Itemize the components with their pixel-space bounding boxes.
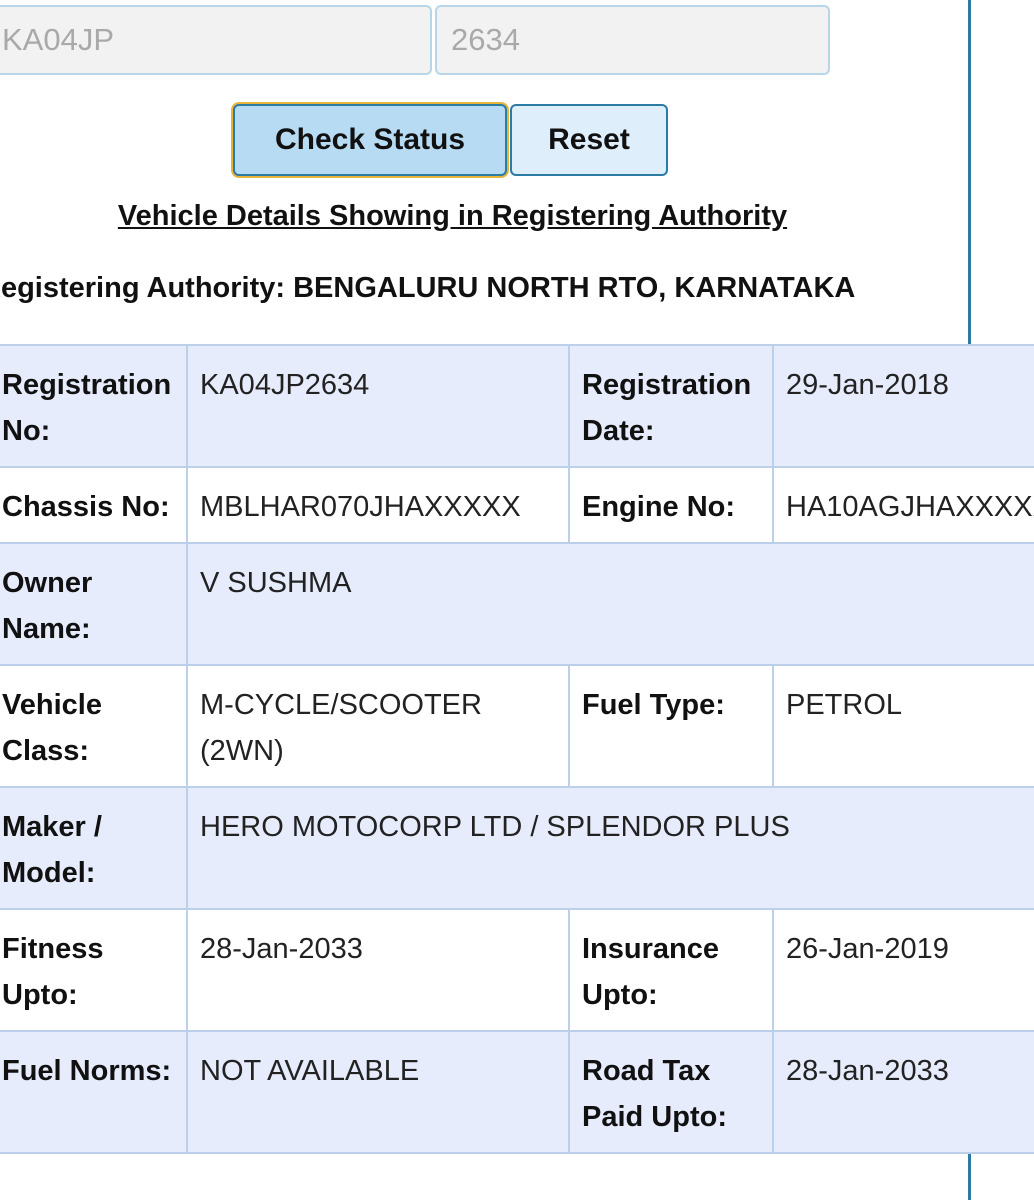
fitness-upto-value: 28-Jan-2033 bbox=[186, 908, 570, 1032]
table-row: Owner Name: V SUSHMA bbox=[0, 542, 1034, 666]
registration-date-value: 29-Jan-2018 bbox=[772, 344, 1034, 468]
chassis-no-label: Chassis No: bbox=[0, 466, 188, 544]
fuel-norms-label: Fuel Norms: bbox=[0, 1030, 188, 1154]
registration-no-label: Registration No: bbox=[0, 344, 188, 468]
maker-model-value: HERO MOTOCORP LTD / SPLENDOR PLUS bbox=[186, 786, 1034, 910]
result-heading: Vehicle Details Showing in Registering A… bbox=[117, 200, 788, 232]
vehicle-class-value: M-CYCLE/SCOOTER (2WN) bbox=[186, 664, 570, 788]
table-row: Chassis No: MBLHAR070JHAXXXXX Engine No:… bbox=[0, 466, 1034, 544]
maker-model-label: Maker / Model: bbox=[0, 786, 188, 910]
owner-name-label: Owner Name: bbox=[0, 542, 188, 666]
registration-date-label: Registration Date: bbox=[568, 344, 774, 468]
registration-no-value: KA04JP2634 bbox=[186, 344, 570, 468]
fuel-norms-value: NOT AVAILABLE bbox=[186, 1030, 570, 1154]
registration-number-input[interactable]: 2634 bbox=[435, 5, 830, 75]
chassis-no-value: MBLHAR070JHAXXXXX bbox=[186, 466, 570, 544]
vehicle-details-table: Registration No: KA04JP2634 Registration… bbox=[0, 344, 1034, 1154]
fitness-upto-label: Fitness Upto: bbox=[0, 908, 188, 1032]
container-border bbox=[968, 0, 971, 344]
insurance-upto-label: Insurance Upto: bbox=[568, 908, 774, 1032]
owner-name-value: V SUSHMA bbox=[186, 542, 1034, 666]
engine-no-value: HA10AGJHAXXXXX bbox=[772, 466, 1034, 544]
fuel-type-value: PETROL bbox=[772, 664, 1034, 788]
table-row: Registration No: KA04JP2634 Registration… bbox=[0, 344, 1034, 468]
road-tax-paid-upto-label: Road Tax Paid Upto: bbox=[568, 1030, 774, 1154]
check-status-button[interactable]: Check Status bbox=[233, 104, 507, 176]
fuel-type-label: Fuel Type: bbox=[568, 664, 774, 788]
reset-button[interactable]: Reset bbox=[510, 104, 668, 176]
table-row: Fuel Norms: NOT AVAILABLE Road Tax Paid … bbox=[0, 1030, 1034, 1154]
engine-no-label: Engine No: bbox=[568, 466, 774, 544]
table-row: Vehicle Class: M-CYCLE/SCOOTER (2WN) Fue… bbox=[0, 664, 1034, 788]
registration-series-input[interactable]: KA04JP bbox=[0, 5, 432, 75]
vehicle-class-label: Vehicle Class: bbox=[0, 664, 188, 788]
insurance-upto-value: 26-Jan-2019 bbox=[772, 908, 1034, 1032]
table-row: Maker / Model: HERO MOTOCORP LTD / SPLEN… bbox=[0, 786, 1034, 910]
table-row: Fitness Upto: 28-Jan-2033 Insurance Upto… bbox=[0, 908, 1034, 1032]
road-tax-paid-upto-value: 28-Jan-2033 bbox=[772, 1030, 1034, 1154]
registering-authority: Registering Authority: BENGALURU NORTH R… bbox=[0, 272, 856, 304]
